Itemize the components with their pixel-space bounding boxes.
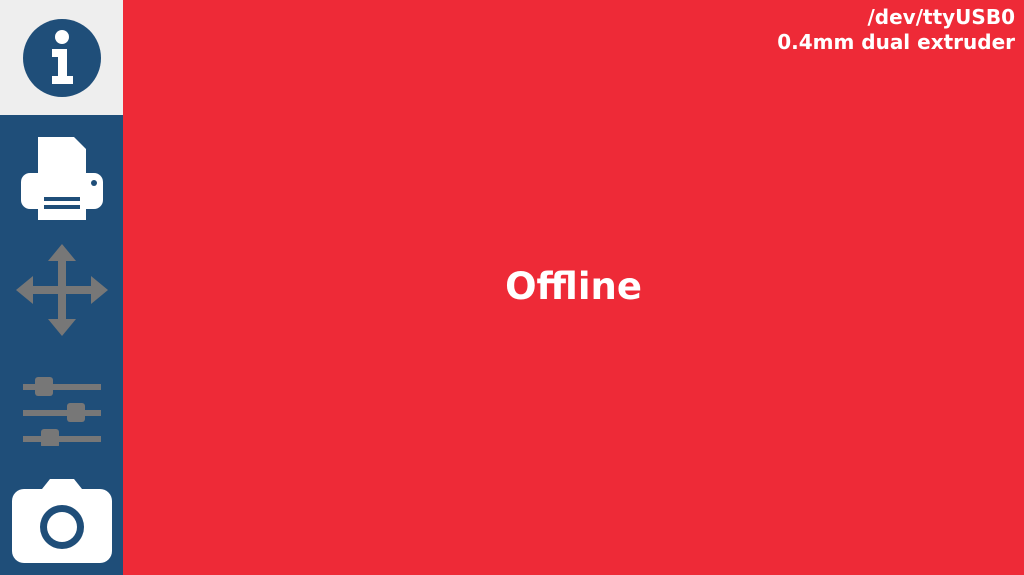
app-screen: /dev/ttyUSB0 0.4mm dual extruder Offline — [0, 0, 1024, 575]
port-label: /dev/ttyUSB0 — [867, 5, 1016, 29]
sidebar-item-print[interactable] — [0, 130, 123, 225]
connection-info: /dev/ttyUSB0 0.4mm dual extruder — [777, 5, 1015, 55]
sidebar — [0, 0, 123, 575]
sidebar-item-move[interactable] — [0, 240, 123, 340]
move-arrows-icon — [15, 243, 109, 337]
printer-icon — [18, 135, 106, 221]
camera-icon — [11, 477, 112, 563]
sidebar-item-tune[interactable] — [0, 365, 123, 450]
info-icon — [22, 18, 102, 98]
sidebar-item-camera[interactable] — [0, 470, 123, 570]
status-text: Offline — [505, 265, 642, 308]
sidebar-item-info[interactable] — [0, 0, 123, 115]
profile-label: 0.4mm dual extruder — [777, 30, 1015, 54]
sliders-icon — [21, 370, 103, 446]
